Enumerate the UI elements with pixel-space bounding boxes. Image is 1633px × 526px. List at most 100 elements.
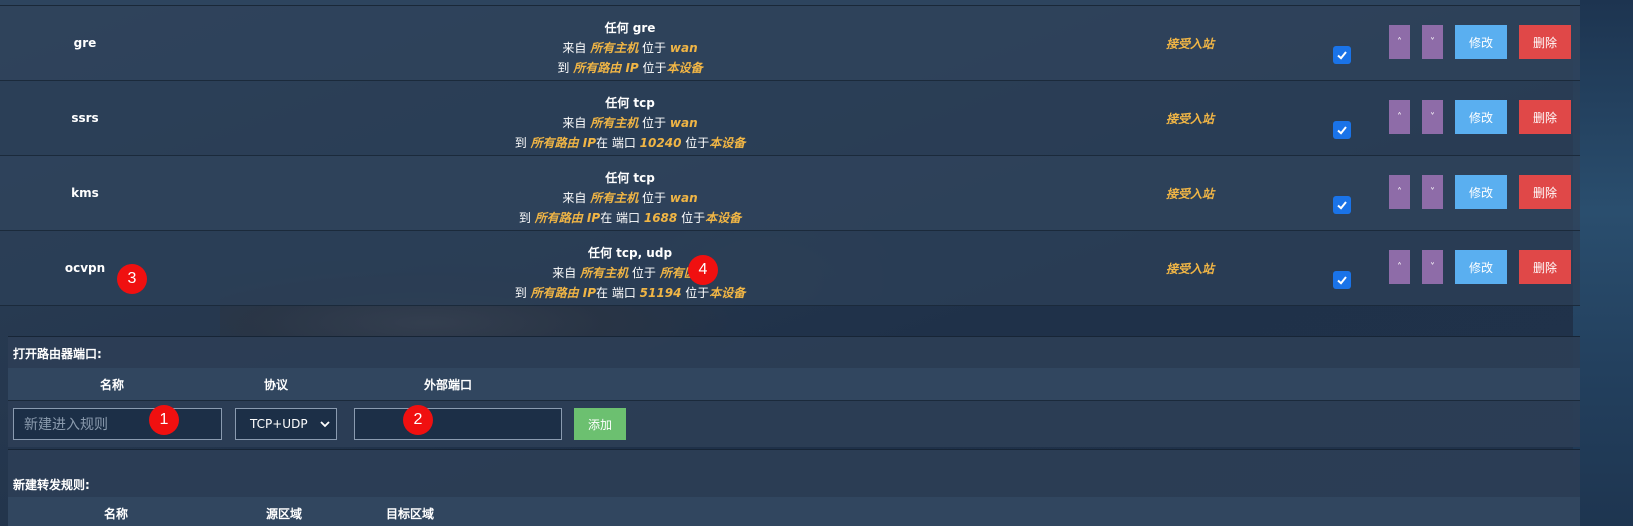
rule-dev-prefix: 位于 — [642, 61, 667, 75]
rule-dev-prefix: 位于 — [685, 286, 710, 300]
table-row: kms 任何 tcp 来自 所有主机 位于 wan 到 所有路由 IP在 端口 … — [0, 156, 1580, 231]
col-name: 名称 — [100, 378, 125, 392]
move-down-button[interactable]: ˅ — [1422, 250, 1443, 284]
annotation-marker-2: 2 — [403, 405, 433, 435]
rule-destination-line: 到 所有路由 IP在 端口 10240 位于本设备 — [380, 133, 880, 153]
open-router-port-section: 打开路由器端口: 名称 协议 外部端口 新建进入规则 TCP+UDP 添加 — [8, 336, 1580, 447]
background-sea — [1573, 0, 1633, 526]
annotation-marker-1: 1 — [149, 405, 179, 435]
move-up-button[interactable]: ˄ — [1389, 250, 1410, 284]
col-destination-zone: 目标区域 — [386, 507, 435, 521]
rule-action: 接受入站 — [1165, 111, 1214, 126]
rule-port-prefix: 在 端口 — [596, 286, 636, 300]
rule-dst: 所有路由 IP — [573, 61, 639, 75]
rule-enabled-checkbox[interactable] — [1333, 196, 1351, 214]
rule-src-prefix: 来自 — [562, 191, 587, 205]
rule-destination-line: 到 所有路由 IP在 端口 1688 位于本设备 — [380, 208, 880, 228]
rule-zone-prefix: 位于 — [631, 266, 656, 280]
traffic-rules-table: gre 任何 gre 来自 所有主机 位于 wan 到 所有路由 IP 位于本设… — [0, 0, 1580, 306]
rule-protocol: 任何 tcp, udp — [587, 246, 673, 260]
rule-action: 接受入站 — [1165, 36, 1214, 51]
move-down-button[interactable]: ˅ — [1422, 100, 1443, 134]
delete-button[interactable]: 删除 — [1519, 250, 1571, 284]
rule-source-line: 来自 所有主机 位于 wan — [380, 188, 880, 208]
rule-zone: wan — [669, 116, 698, 130]
open-port-title: 打开路由器端口: — [13, 347, 102, 361]
rule-src-prefix: 来自 — [562, 116, 587, 130]
rule-zone-prefix: 位于 — [642, 41, 667, 55]
rule-dev-prefix: 位于 — [685, 136, 710, 150]
delete-button[interactable]: 删除 — [1519, 100, 1571, 134]
move-down-button[interactable]: ˅ — [1422, 25, 1443, 59]
edit-button[interactable]: 修改 — [1455, 100, 1507, 134]
rule-protocol: 任何 gre — [604, 21, 656, 35]
checkmark-icon — [1337, 201, 1347, 210]
rule-port-prefix: 在 端口 — [596, 136, 636, 150]
col-source-zone: 源区域 — [266, 507, 303, 521]
col-external-port: 外部端口 — [424, 378, 473, 392]
rule-dst: 所有路由 IP — [530, 286, 597, 300]
forward-title: 新建转发规则: — [13, 478, 90, 492]
open-port-header: 名称 协议 外部端口 — [8, 368, 1580, 401]
rule-dst-prefix: 到 — [514, 136, 527, 150]
rule-destination-line: 到 所有路由 IP 位于本设备 — [380, 58, 880, 78]
rule-description: 任何 tcp 来自 所有主机 位于 wan 到 所有路由 IP在 端口 1024… — [380, 93, 880, 153]
checkmark-icon — [1337, 126, 1347, 135]
edit-button[interactable]: 修改 — [1455, 250, 1507, 284]
rule-action: 接受入站 — [1165, 261, 1214, 276]
move-down-button[interactable]: ˅ — [1422, 175, 1443, 209]
rule-port-prefix: 在 端口 — [600, 211, 641, 225]
protocol-select-value: TCP+UDP — [250, 417, 308, 431]
new-forward-rule-section: 新建转发规则: 名称 源区域 目标区域 — [8, 449, 1580, 526]
checkmark-icon — [1337, 51, 1347, 60]
rule-port: 51194 — [639, 286, 682, 300]
protocol-select[interactable]: TCP+UDP — [235, 408, 337, 440]
chevron-down-icon — [320, 417, 330, 431]
rule-protocol: 任何 tcp — [605, 96, 655, 110]
rule-source-line: 来自 所有主机 位于 所有区域 — [380, 263, 880, 283]
rule-zone: wan — [669, 41, 698, 55]
edit-button[interactable]: 修改 — [1455, 25, 1507, 59]
annotation-marker-3: 3 — [117, 264, 147, 294]
rule-dst-prefix: 到 — [557, 61, 570, 75]
rule-zone-prefix: 位于 — [642, 191, 667, 205]
rule-zone: wan — [669, 191, 698, 205]
rule-enabled-checkbox[interactable] — [1333, 271, 1351, 289]
rule-name: kms — [71, 186, 99, 200]
new-rule-name-input[interactable]: 新建进入规则 — [13, 408, 222, 440]
edit-button[interactable]: 修改 — [1455, 175, 1507, 209]
table-row: gre 任何 gre 来自 所有主机 位于 wan 到 所有路由 IP 位于本设… — [0, 6, 1580, 81]
delete-button[interactable]: 删除 — [1519, 175, 1571, 209]
rule-src-prefix: 来自 — [552, 266, 577, 280]
checkmark-icon — [1337, 276, 1347, 285]
rule-description: 任何 tcp, udp 来自 所有主机 位于 所有区域 到 所有路由 IP在 端… — [380, 243, 880, 303]
rule-enabled-checkbox[interactable] — [1333, 121, 1351, 139]
rule-name: ssrs — [71, 111, 99, 125]
table-row: ocvpn 任何 tcp, udp 来自 所有主机 位于 所有区域 到 所有路由… — [0, 231, 1580, 306]
rule-description: 任何 tcp 来自 所有主机 位于 wan 到 所有路由 IP在 端口 1688… — [380, 168, 880, 228]
rule-src: 所有主机 — [580, 266, 629, 280]
move-up-button[interactable]: ˄ — [1389, 25, 1410, 59]
annotation-marker-4: 4 — [688, 255, 718, 285]
table-row: ssrs 任何 tcp 来自 所有主机 位于 wan 到 所有路由 IP在 端口… — [0, 81, 1580, 156]
rule-port: 10240 — [639, 136, 682, 150]
rule-source-line: 来自 所有主机 位于 wan — [380, 113, 880, 133]
rule-protocol: 任何 tcp — [605, 171, 655, 185]
rule-device: 本设备 — [709, 136, 746, 150]
forward-header: 名称 源区域 目标区域 — [8, 497, 1580, 526]
move-up-button[interactable]: ˄ — [1389, 100, 1410, 134]
rule-src-prefix: 来自 — [562, 41, 587, 55]
add-button[interactable]: 添加 — [574, 408, 626, 440]
rule-port: 1688 — [643, 211, 678, 225]
rule-device: 本设备 — [709, 286, 746, 300]
delete-button[interactable]: 删除 — [1519, 25, 1571, 59]
rule-dst-prefix: 到 — [518, 211, 531, 225]
rule-dev-prefix: 位于 — [681, 211, 706, 225]
rule-enabled-checkbox[interactable] — [1333, 46, 1351, 64]
external-port-input[interactable] — [354, 408, 562, 440]
move-up-button[interactable]: ˄ — [1389, 175, 1410, 209]
rule-destination-line: 到 所有路由 IP在 端口 51194 位于本设备 — [380, 283, 880, 303]
rule-dst: 所有路由 IP — [530, 136, 597, 150]
rule-src: 所有主机 — [590, 41, 639, 55]
rule-device: 本设备 — [666, 61, 703, 75]
